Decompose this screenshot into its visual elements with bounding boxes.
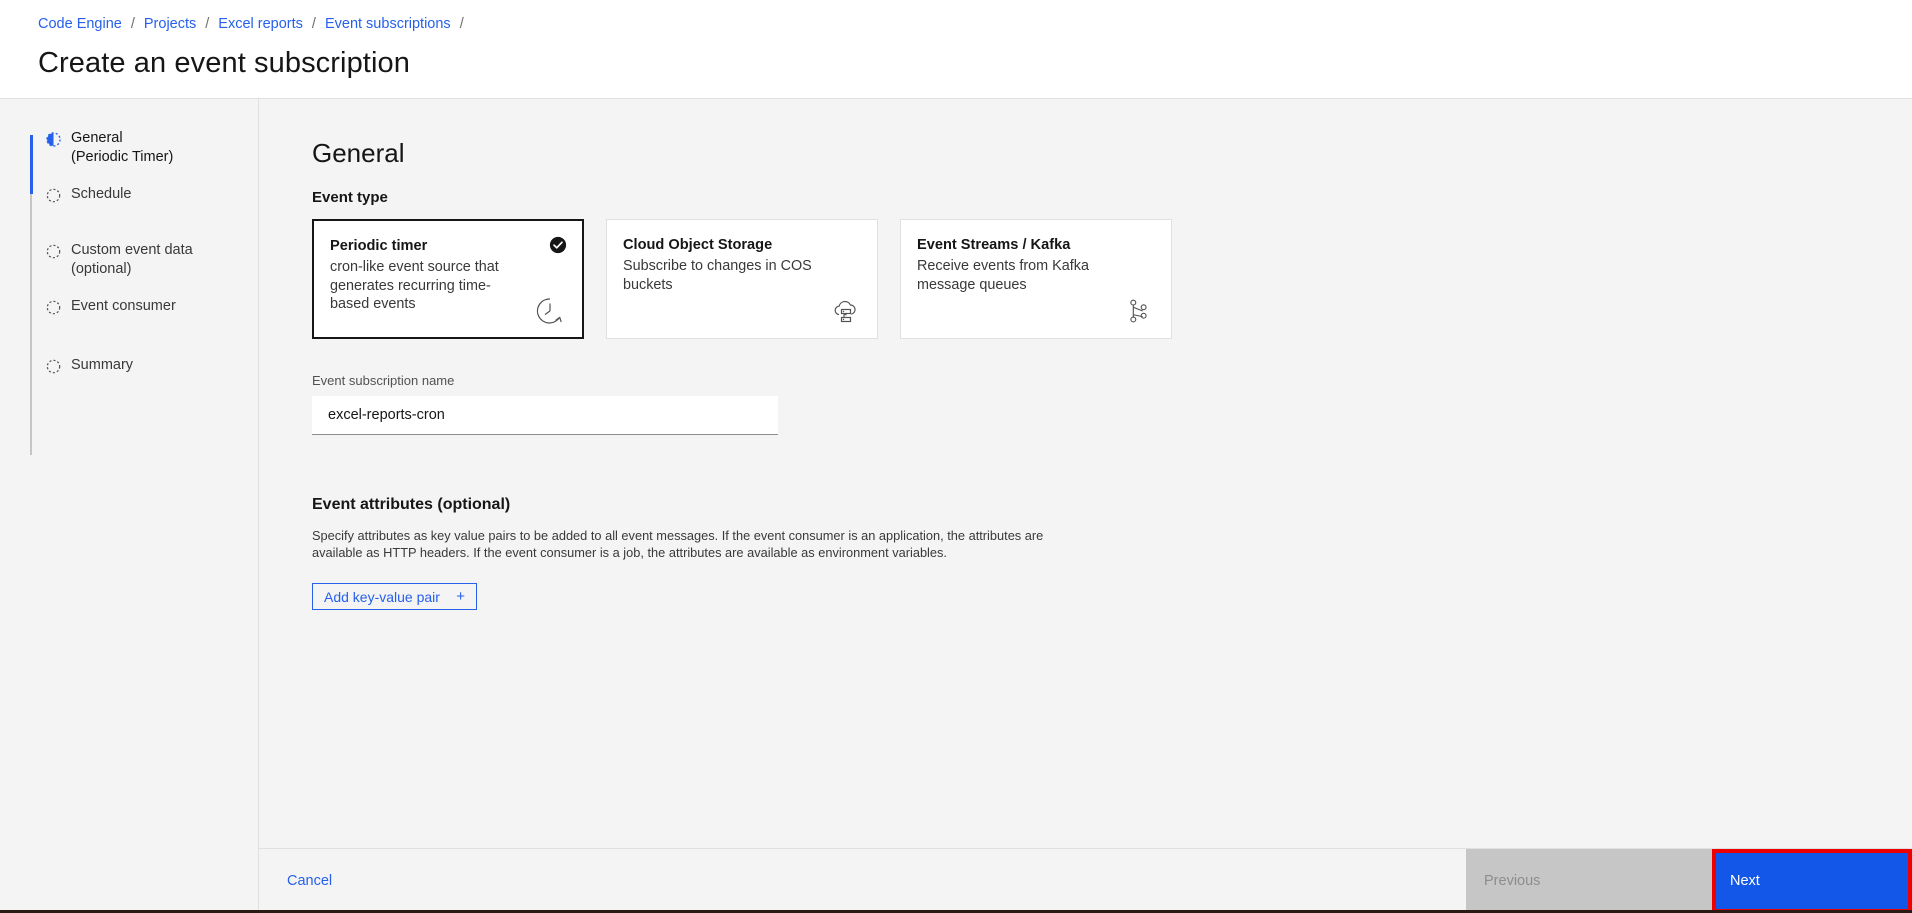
sidebar-item-custom-event-data[interactable]: Custom event data (optional) [30, 241, 258, 279]
breadcrumb-separator: / [205, 16, 210, 32]
breadcrumb-separator: / [311, 16, 316, 32]
previous-button[interactable]: Previous [1466, 849, 1712, 913]
page-body: General (Periodic Timer) Schedule Custom… [0, 98, 1912, 913]
event-type-label: Event type [312, 189, 388, 206]
active-step-accent-bar [30, 135, 33, 194]
event-type-card-periodic-timer[interactable]: Periodic timer cron-like event source th… [312, 219, 584, 339]
breadcrumb-item-projects[interactable]: Projects [144, 15, 196, 33]
card-description: cron-like event source that generates re… [330, 259, 499, 312]
dashed-circle-icon [46, 300, 61, 315]
sidebar-item-general[interactable]: General (Periodic Timer) [30, 129, 258, 167]
event-type-card-group: Periodic timer cron-like event source th… [312, 219, 1912, 339]
event-subscription-name-label: Event subscription name [312, 373, 455, 388]
card-title: Cloud Object Storage [623, 237, 773, 253]
dashed-circle-icon [46, 359, 61, 374]
breadcrumb-separator: / [459, 16, 464, 32]
breadcrumb-item-code-engine[interactable]: Code Engine [38, 15, 122, 33]
add-key-value-pair-label: Add key-value pair [324, 588, 440, 605]
cloud-storage-icon [829, 296, 861, 328]
breadcrumb: Code Engine / Projects / Excel reports /… [38, 14, 1912, 34]
sidebar-item-label: Event consumer [71, 298, 176, 314]
event-type-card-event-streams-kafka[interactable]: Event Streams / Kafka Receive events fro… [900, 219, 1172, 339]
cancel-button[interactable]: Cancel [259, 849, 1466, 913]
dashed-circle-icon [46, 188, 61, 203]
progress-sidebar: General (Periodic Timer) Schedule Custom… [0, 99, 259, 913]
card-title: Event Streams / Kafka [917, 237, 1071, 253]
card-title: Periodic timer [330, 238, 428, 254]
sidebar-item-label: Custom event data (optional) [71, 242, 193, 277]
add-key-value-pair-button[interactable]: Add key-value pair + [312, 583, 477, 610]
breadcrumb-item-excel-reports[interactable]: Excel reports [218, 15, 303, 33]
event-attributes-section: Event attributes (optional) Specify attr… [312, 494, 1912, 610]
event-attributes-title: Event attributes (optional) [312, 496, 511, 513]
card-description: Subscribe to changes in COS buckets [623, 258, 812, 293]
half-filled-circle-icon [46, 132, 61, 147]
sidebar-item-event-consumer[interactable]: Event consumer [30, 297, 258, 327]
clock-recurring-icon [534, 295, 566, 327]
breadcrumb-separator: / [130, 16, 135, 32]
progress-step-list: General (Periodic Timer) Schedule Custom… [0, 129, 258, 455]
checkmark-filled-icon [549, 236, 567, 254]
sidebar-item-label: General (Periodic Timer) [71, 130, 174, 165]
event-subscription-name-field-block: Event subscription name [312, 372, 1912, 435]
node-graph-icon [1123, 296, 1155, 328]
card-description: Receive events from Kafka message queues [917, 258, 1089, 293]
event-type-card-cloud-object-storage[interactable]: Cloud Object Storage Subscribe to change… [606, 219, 878, 339]
next-button-highlight: Next [1712, 849, 1912, 913]
page-title: Create an event subscription [38, 47, 410, 79]
event-attributes-description: Specify attributes as key value pairs to… [312, 528, 1044, 560]
dashed-circle-icon [46, 244, 61, 259]
wizard-footer: Cancel Previous Next [259, 848, 1912, 913]
next-button[interactable]: Next [1716, 853, 1908, 909]
page-header: Code Engine / Projects / Excel reports /… [0, 0, 1912, 98]
sidebar-item-summary[interactable]: Summary [30, 356, 258, 386]
event-subscription-name-input[interactable] [312, 396, 778, 435]
main-content: General Event type Periodic timer cron-l… [259, 99, 1912, 913]
breadcrumb-item-event-subscriptions[interactable]: Event subscriptions [325, 15, 451, 33]
sidebar-item-label: Summary [71, 357, 134, 373]
plus-icon: + [456, 588, 465, 605]
sidebar-item-label: Schedule [71, 186, 132, 202]
section-title: General [312, 138, 405, 168]
sidebar-item-schedule[interactable]: Schedule [30, 185, 258, 215]
